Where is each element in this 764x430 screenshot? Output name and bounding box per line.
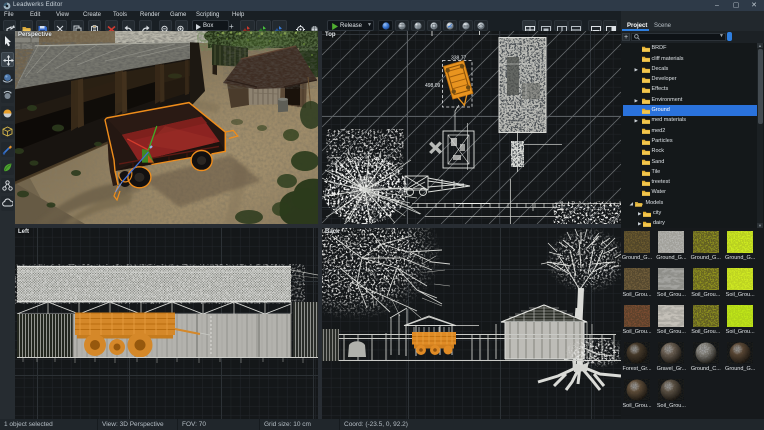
svg-text:498.09: 498.09	[425, 83, 441, 89]
svg-text:338.77: 338.77	[451, 56, 467, 62]
